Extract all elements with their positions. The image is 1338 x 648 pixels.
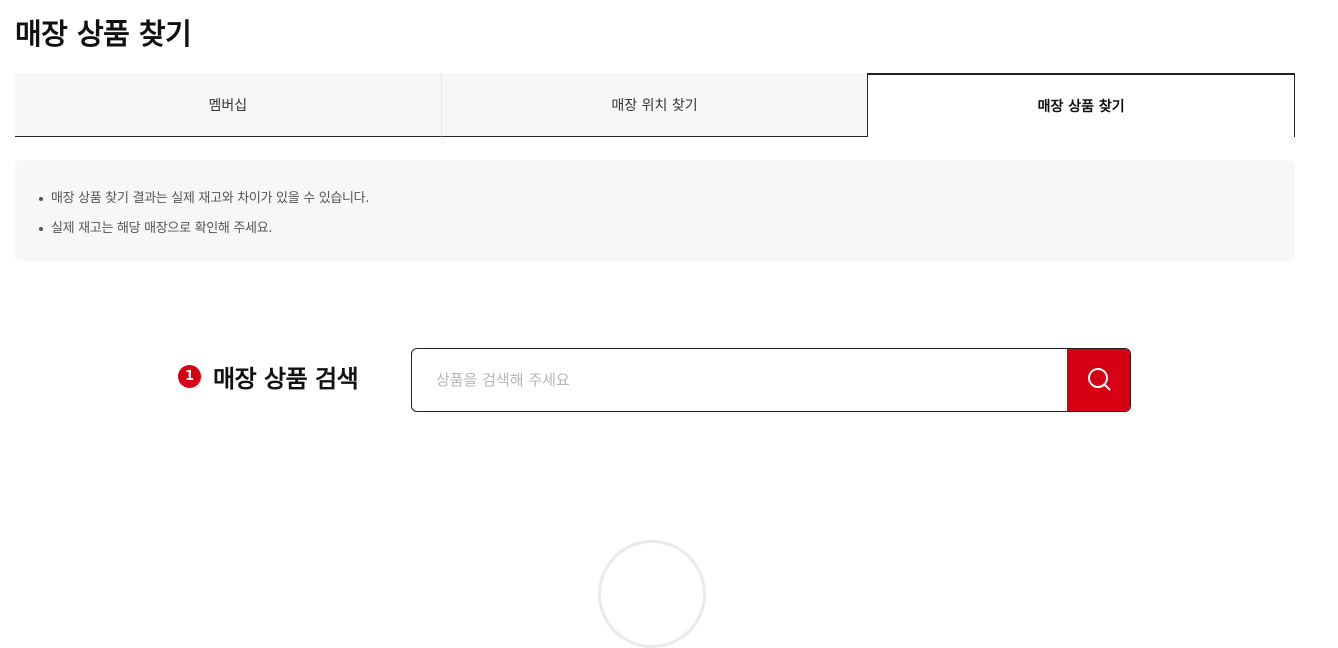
tab-membership[interactable]: 멤버십 [15, 73, 441, 137]
loading-spinner [598, 540, 706, 648]
notice-box: 매장 상품 찾기 결과는 실제 재고와 차이가 있을 수 있습니다. 실제 재고… [15, 160, 1295, 261]
tab-bar: 멤버십 매장 위치 찾기 매장 상품 찾기 [15, 73, 1296, 137]
search-section-label: 1 매장 상품 검색 [178, 358, 359, 394]
notice-item: 실제 재고는 해당 매장으로 확인해 주세요. [37, 214, 1295, 244]
tab-store-location[interactable]: 매장 위치 찾기 [440, 73, 868, 137]
search-icon [1086, 366, 1112, 395]
search-box [411, 348, 1131, 412]
page-title: 매장 상품 찾기 [15, 17, 192, 51]
search-input[interactable] [412, 349, 1067, 411]
notice-item: 매장 상품 찾기 결과는 실제 재고와 차이가 있을 수 있습니다. [37, 184, 1295, 214]
step-number-badge: 1 [178, 364, 201, 388]
tab-store-product-search[interactable]: 매장 상품 찾기 [867, 73, 1296, 137]
search-button[interactable] [1067, 349, 1130, 411]
search-section-title: 매장 상품 검색 [213, 364, 359, 393]
